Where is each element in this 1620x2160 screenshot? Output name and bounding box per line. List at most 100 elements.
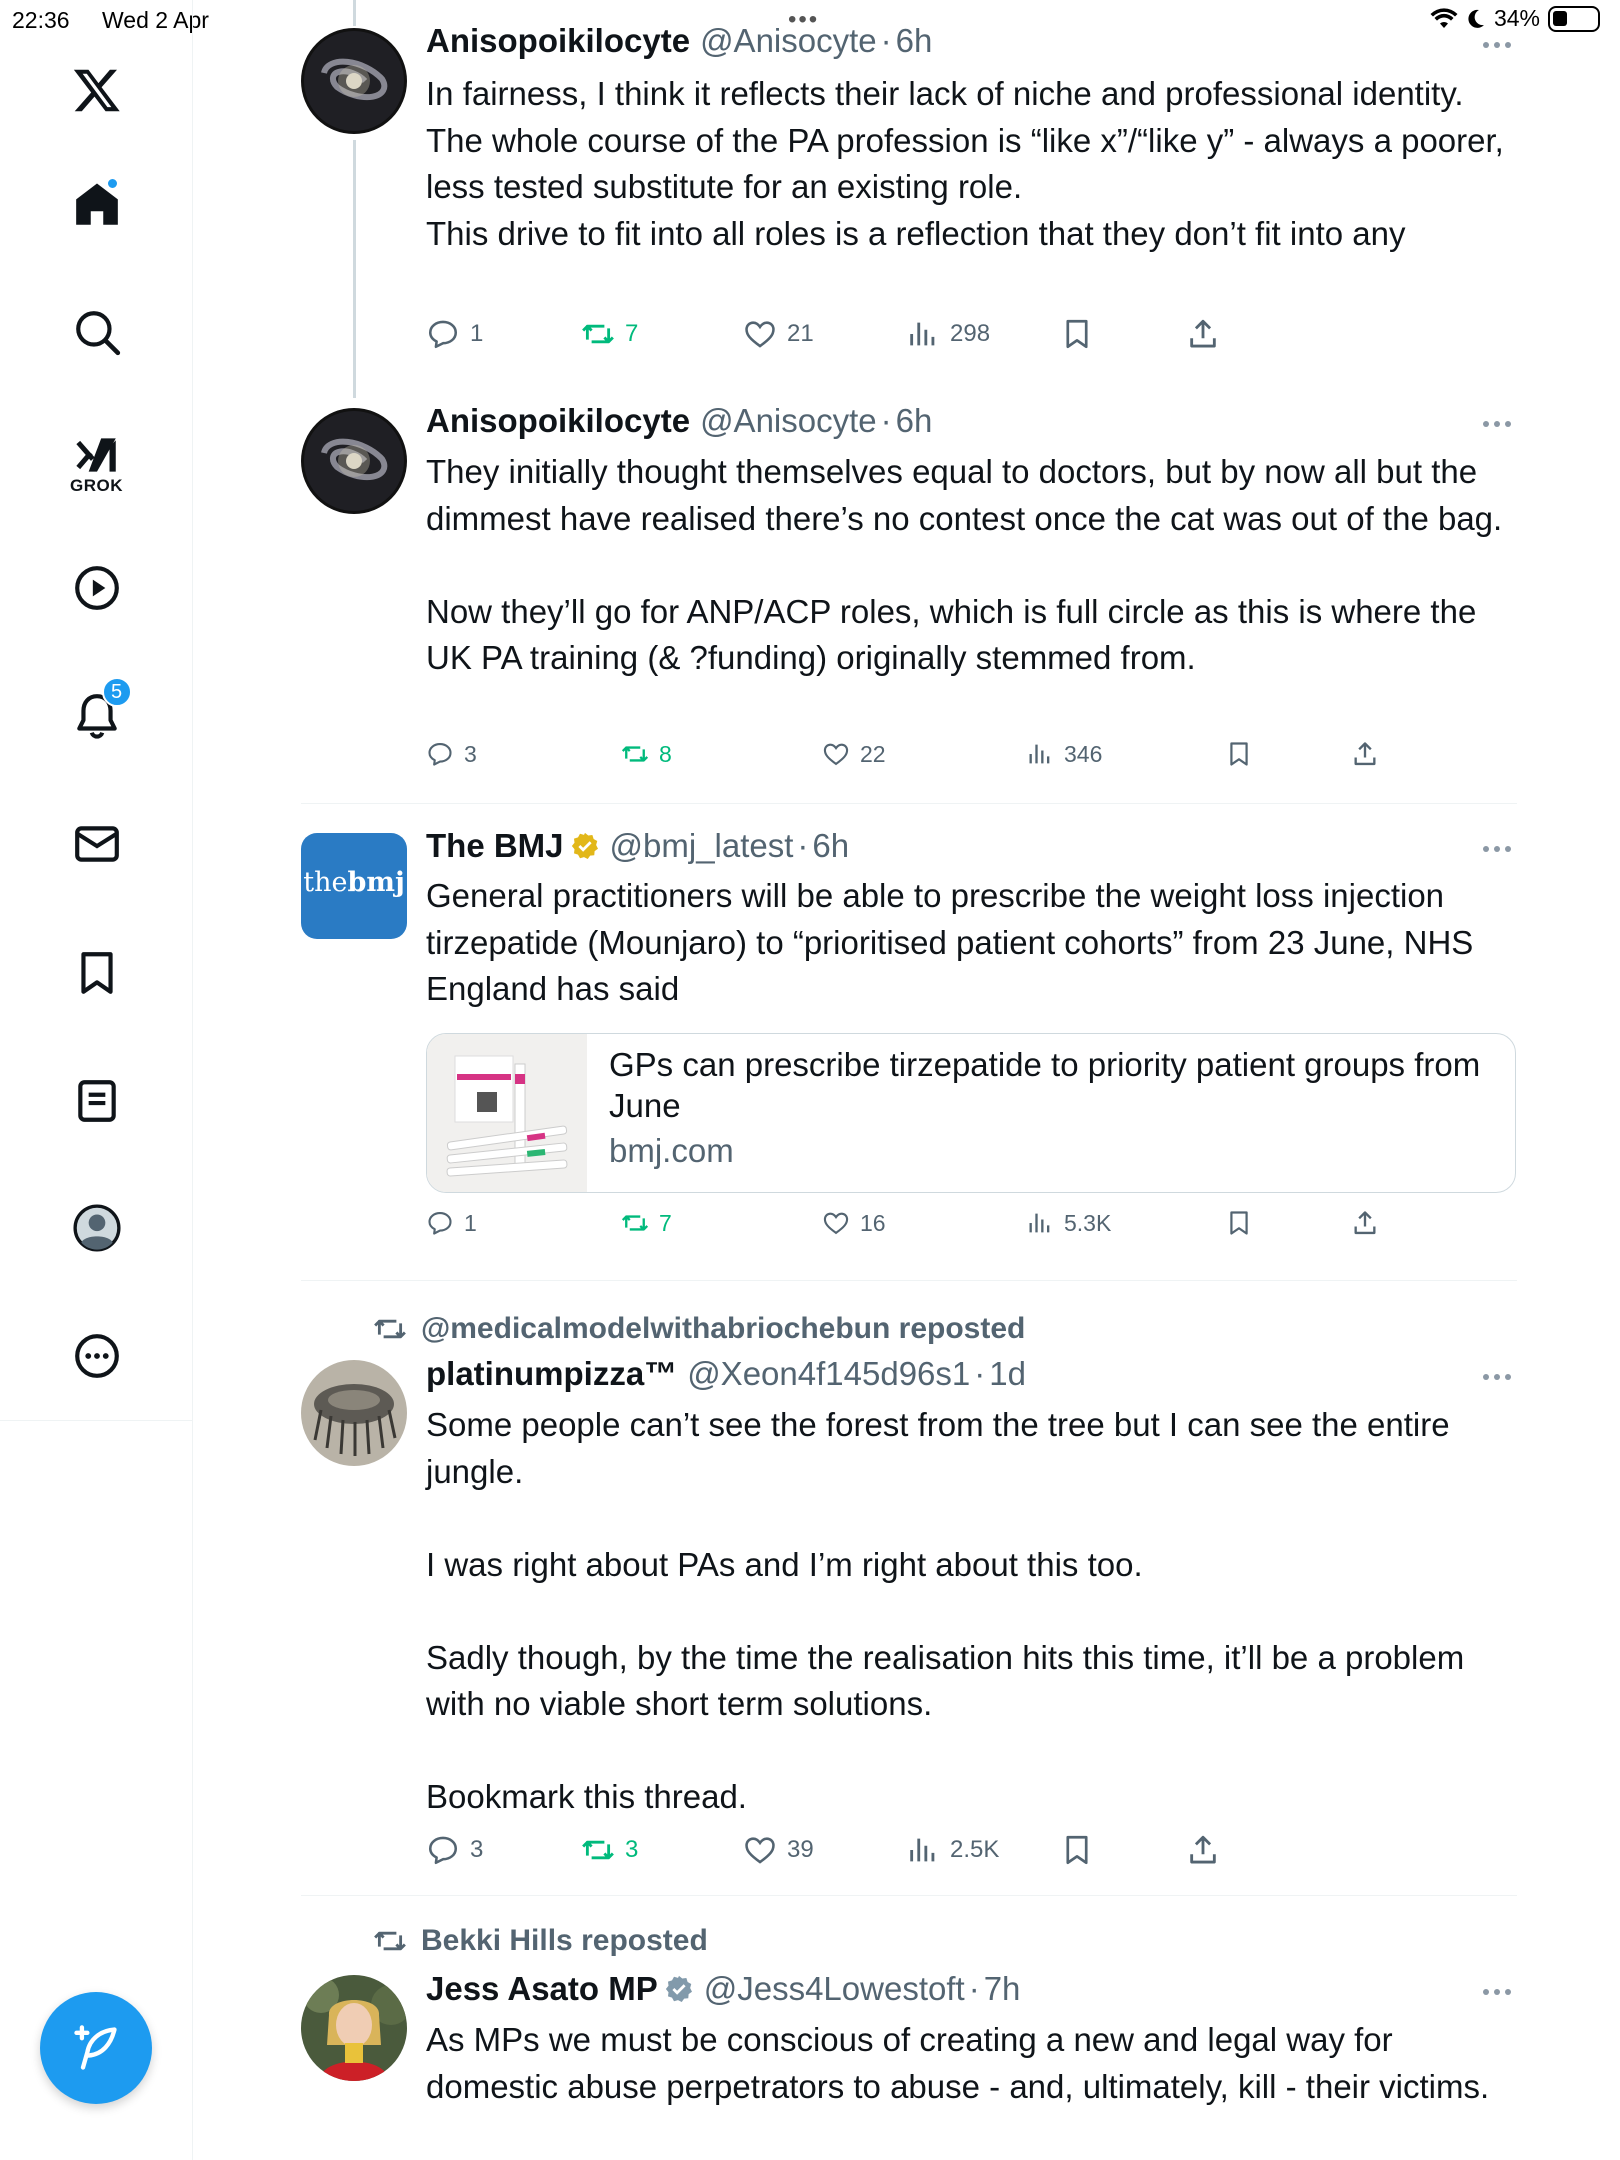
author-name[interactable]: Anisopoikilocyte [426,402,690,440]
post-time[interactable]: 7h [984,1970,1021,2008]
post-header: Anisopoikilocyte @Anisocyte · 6h [426,22,932,60]
link-card-title: GPs can prescribe tirzepatide to priorit… [609,1046,1481,1124]
thread-line [353,140,356,398]
like-button[interactable]: 21 [743,317,814,351]
views-button[interactable]: 298 [906,317,990,351]
reply-icon [428,1212,452,1235]
link-card-image [427,1034,587,1192]
post-2[interactable]: Anisopoikilocyte @Anisocyte · 6h They in… [193,395,1620,805]
views-button[interactable]: 2.5K [906,1833,999,1867]
post-time[interactable]: 6h [896,22,933,60]
x-logo-icon[interactable] [0,60,193,120]
repost-button[interactable]: 8 [621,740,672,768]
reposted-by-label: Bekki Hills reposted [421,1924,708,1957]
sidebar-item-bookmarks[interactable] [0,943,193,1003]
post-5[interactable]: Bekki Hills reposted Jess Asato MP @Jess… [193,1895,1620,2160]
reply-button[interactable]: 1 [426,317,483,351]
avatar[interactable] [301,28,407,134]
repost-button[interactable]: 3 [581,1833,638,1867]
author-handle[interactable]: @Anisocyte [700,402,877,440]
sidebar-item-profile[interactable] [0,1198,193,1258]
sidebar-divider [0,1420,193,1421]
reply-icon [428,320,458,349]
post-4[interactable]: @medicalmodelwithabriochebun reposted pl… [193,1280,1620,1896]
view-count: 298 [950,320,991,347]
author-handle[interactable]: @Anisocyte [700,22,877,60]
share-icon [1190,1835,1216,1864]
author-name[interactable]: Anisopoikilocyte [426,22,690,60]
bookmark-button[interactable] [1225,740,1253,768]
bookmark-button[interactable] [1060,1833,1094,1867]
share-button[interactable] [1351,1209,1379,1237]
more-options-icon[interactable] [1483,842,1523,856]
repost-context[interactable]: Bekki Hills reposted [373,1924,708,1958]
post-1[interactable]: Anisopoikilocyte @Anisocyte · 6h In fair… [193,0,1620,398]
sidebar-item-messages[interactable] [0,814,193,874]
sidebar-item-lists[interactable] [0,1071,193,1131]
more-options-icon[interactable] [1483,417,1523,431]
views-icon [1029,1213,1050,1233]
link-card[interactable]: GPs can prescribe tirzepatide to priorit… [426,1033,1516,1193]
more-options-icon[interactable] [1483,1985,1523,1999]
avatar-bmj-logo[interactable]: thebmj [301,833,407,939]
views-icon [1029,744,1050,764]
heart-icon [823,1212,849,1235]
sidebar-item-video[interactable] [0,558,193,618]
avatar[interactable] [301,1975,407,2081]
like-button[interactable]: 22 [822,740,886,768]
author-name[interactable]: Jess Asato MP [426,1970,658,2008]
post-text: General practitioners will be able to pr… [426,877,1474,1007]
reply-button[interactable]: 3 [426,1833,483,1867]
post-3[interactable]: thebmj The BMJ @bmj_latest · 6h General … [193,805,1620,1281]
repost-context[interactable]: @medicalmodelwithabriochebun reposted [373,1312,1025,1346]
avatar[interactable] [301,408,407,514]
post-time[interactable]: 1d [989,1355,1026,1393]
share-button[interactable] [1186,1833,1220,1867]
repost-button[interactable]: 7 [621,1209,672,1237]
compose-feather-icon [74,2025,117,2070]
author-handle[interactable]: @bmj_latest [610,827,794,865]
author-handle[interactable]: @Xeon4f145d96s1 [687,1355,970,1393]
post-time[interactable]: 6h [896,402,933,440]
avatar[interactable] [301,1360,407,1466]
like-button[interactable]: 39 [743,1833,814,1867]
reply-button[interactable]: 3 [426,740,477,768]
share-button[interactable] [1186,317,1220,351]
like-count: 39 [787,1836,814,1863]
reply-button[interactable]: 1 [426,1209,477,1237]
repost-icon [582,1840,614,1860]
views-button[interactable]: 346 [1026,740,1102,768]
repost-icon [374,1931,406,1951]
like-button[interactable]: 16 [822,1209,886,1237]
like-count: 16 [860,1209,886,1236]
view-count: 346 [1064,740,1103,767]
view-count: 5.3K [1064,1209,1112,1236]
bookmark-button[interactable] [1225,1209,1253,1237]
bookmarks-icon [80,952,113,994]
author-handle[interactable]: @Jess4Lowestoft [704,1970,965,2008]
compose-button[interactable] [40,1992,152,2104]
separator-dot: · [797,827,809,864]
more-options-icon[interactable] [1483,1370,1523,1384]
like-count: 22 [860,740,886,767]
sidebar-item-notifications[interactable]: 5 [0,677,193,746]
gold-verified-icon [571,832,598,859]
bookmark-button[interactable] [1060,317,1094,351]
heart-icon [745,1837,775,1864]
sidebar-item-home[interactable] [0,175,193,235]
repost-icon [374,1319,406,1339]
views-button[interactable]: 5.3K [1026,1209,1111,1237]
repost-count: 3 [625,1836,639,1863]
author-name[interactable]: The BMJ [426,827,564,865]
author-name[interactable]: platinumpizza™ [426,1355,677,1393]
grok-icon [75,438,116,472]
post-time[interactable]: 6h [812,827,849,865]
repost-count: 7 [625,320,639,347]
sidebar-item-search[interactable] [0,302,193,362]
reply-icon [428,743,452,766]
more-options-icon[interactable] [1483,38,1523,52]
sidebar-item-more[interactable] [0,1326,193,1386]
repost-button[interactable]: 7 [581,317,638,351]
share-button[interactable] [1351,740,1379,768]
post-text: They initially thought themselves equal … [426,453,1503,676]
